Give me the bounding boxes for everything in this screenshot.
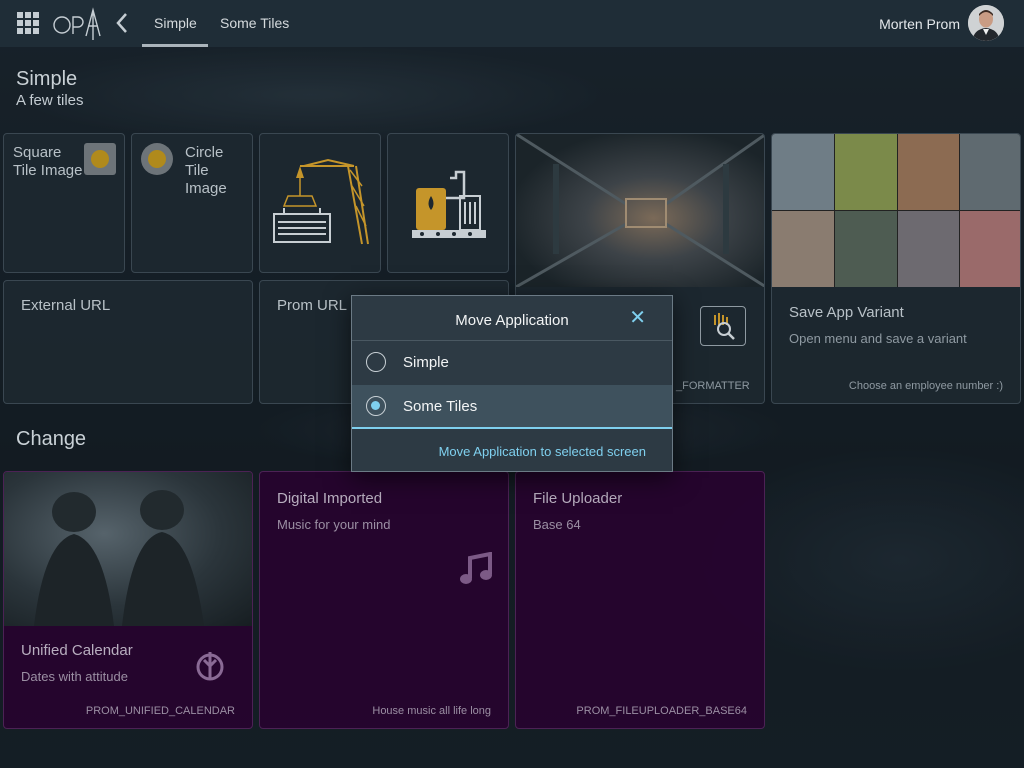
- oil-refinery-icon: [412, 170, 486, 238]
- tile-footer: PROM_UNIFIED_CALENDAR: [85, 705, 235, 717]
- close-icon[interactable]: ✕: [629, 308, 646, 328]
- tile-title: Circle Tile Image: [185, 144, 227, 197]
- tile-square-image[interactable]: Square Tile Image: [3, 133, 125, 273]
- tile-file-uploader[interactable]: File Uploader Base 64 PROM_FILEUPLOADER_…: [515, 471, 765, 729]
- tile-subtitle: Open menu and save a variant: [789, 331, 967, 346]
- tab-simple[interactable]: Simple: [154, 15, 197, 31]
- tile-subtitle: Music for your mind: [277, 517, 391, 532]
- user-name[interactable]: Morten Prom: [879, 16, 960, 32]
- tile-save-app-variant[interactable]: Save App Variant Open menu and save a va…: [771, 133, 1021, 404]
- cyclists-image: [772, 134, 1020, 287]
- dialog-title: Move Application: [455, 312, 569, 329]
- formatter-icon: [700, 306, 746, 346]
- music-note-icon: [458, 551, 494, 591]
- tile-title: Prom URL: [277, 297, 348, 314]
- tile-unified-calendar[interactable]: Unified Calendar Dates with attitude PRO…: [3, 471, 253, 729]
- tile-oil-refinery[interactable]: [387, 133, 509, 273]
- tile-title: Save App Variant: [789, 304, 904, 321]
- section-title-change: Change: [16, 428, 87, 450]
- coin-icon: [84, 143, 116, 175]
- tab-some-tiles[interactable]: Some Tiles: [220, 15, 289, 31]
- shell-bar: Simple Some Tiles Morten Prom: [0, 0, 1024, 47]
- back-chevron-icon[interactable]: [114, 11, 130, 40]
- coin-icon: [141, 143, 173, 175]
- tile-subtitle: Base 64: [533, 517, 581, 532]
- tile-subtitle: Dates with attitude: [21, 669, 128, 684]
- tile-title: Digital Imported: [277, 490, 383, 507]
- tile-crane[interactable]: [259, 133, 381, 273]
- tile-title: External URL: [21, 297, 111, 314]
- option-label: Some Tiles: [403, 398, 478, 415]
- move-application-dialog: Move Application ✕ Simple Some Tiles Mov…: [351, 295, 673, 472]
- tile-title: Unified Calendar: [21, 642, 133, 659]
- jedi-order-icon: [194, 650, 226, 687]
- tile-circle-image[interactable]: Circle Tile Image: [131, 133, 253, 273]
- tile-footer: _FORMATTER: [676, 380, 750, 392]
- section-title-simple: Simple: [16, 68, 78, 90]
- tile-footer: Choose an employee number :): [848, 380, 1003, 392]
- option-some-tiles[interactable]: Some Tiles: [352, 385, 672, 429]
- crane-icon: [273, 158, 369, 245]
- tile-digital-imported[interactable]: Digital Imported Music for your mind Hou…: [259, 471, 509, 729]
- tile-title: File Uploader: [533, 490, 623, 507]
- option-simple[interactable]: Simple: [352, 341, 672, 385]
- tile-external-url[interactable]: External URL: [3, 280, 253, 404]
- corridor-image: [516, 134, 764, 289]
- tile-title: Square Tile Image: [13, 144, 83, 179]
- troopers-image: [4, 472, 252, 626]
- move-application-button[interactable]: Move Application to selected screen: [439, 444, 646, 459]
- option-label: Simple: [403, 354, 449, 371]
- opa-logo[interactable]: [53, 6, 103, 47]
- avatar[interactable]: [968, 5, 1004, 41]
- apps-grid-icon[interactable]: [17, 12, 39, 34]
- section-subtitle: A few tiles: [16, 92, 84, 109]
- radio-button[interactable]: [366, 352, 386, 372]
- radio-button-selected[interactable]: [366, 396, 386, 416]
- tile-footer: PROM_FILEUPLOADER_BASE64: [576, 705, 747, 717]
- tile-footer: House music all life long: [372, 705, 491, 717]
